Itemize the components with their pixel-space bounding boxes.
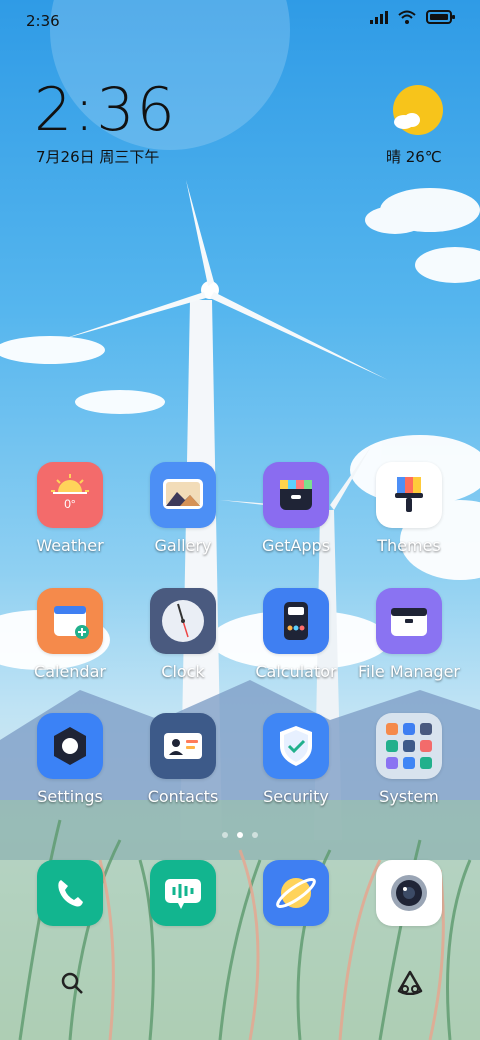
camera-icon[interactable] bbox=[376, 860, 442, 926]
app-security[interactable]: Security bbox=[240, 713, 352, 806]
app-label: Weather bbox=[36, 536, 104, 555]
app-file-manager[interactable]: File Manager bbox=[353, 588, 465, 681]
app-label: Calendar bbox=[34, 662, 106, 681]
battery-icon bbox=[426, 10, 455, 24]
wifi-icon bbox=[398, 10, 416, 24]
dock-camera[interactable] bbox=[353, 860, 465, 926]
weather-tile-temp: 0° bbox=[64, 497, 76, 511]
widget-weather-text: 晴 26℃ bbox=[386, 148, 442, 166]
widget-date: 7月26日 周三下午 bbox=[36, 148, 160, 166]
dock-browser[interactable] bbox=[240, 860, 352, 926]
widget-clock-time[interactable]: 2:36 bbox=[34, 78, 177, 142]
status-bar-time: 2:36 bbox=[26, 12, 60, 30]
app-label: Clock bbox=[161, 662, 205, 681]
app-folder-system[interactable]: System bbox=[353, 713, 465, 806]
sunny-weather-icon[interactable] bbox=[392, 84, 444, 136]
app-contacts[interactable]: Contacts bbox=[127, 713, 239, 806]
calculator-icon[interactable] bbox=[263, 588, 329, 654]
app-label: System bbox=[379, 787, 439, 806]
clock-icon[interactable] bbox=[150, 588, 216, 654]
phone-icon[interactable] bbox=[37, 860, 103, 926]
page-dot[interactable] bbox=[252, 832, 258, 838]
assistant-icon[interactable] bbox=[396, 969, 424, 995]
system-folder-icon[interactable] bbox=[376, 713, 442, 779]
app-label: Settings bbox=[37, 787, 103, 806]
app-settings[interactable]: Settings bbox=[14, 713, 126, 806]
app-label: File Manager bbox=[358, 662, 460, 681]
contacts-icon[interactable] bbox=[150, 713, 216, 779]
app-calculator[interactable]: Calculator bbox=[240, 588, 352, 681]
themes-icon[interactable] bbox=[376, 462, 442, 528]
gallery-icon[interactable] bbox=[150, 462, 216, 528]
bottom-bar bbox=[0, 955, 480, 1015]
search-icon[interactable] bbox=[60, 971, 84, 995]
status-icons bbox=[370, 10, 456, 24]
settings-icon[interactable] bbox=[37, 713, 103, 779]
folder-icon[interactable] bbox=[376, 588, 442, 654]
page-dot[interactable] bbox=[222, 832, 228, 838]
dock-phone[interactable] bbox=[14, 860, 126, 926]
page-indicator[interactable] bbox=[0, 832, 480, 838]
app-label: Calculator bbox=[255, 662, 337, 681]
app-label: GetApps bbox=[261, 536, 331, 555]
app-getapps[interactable]: GetApps bbox=[240, 462, 352, 555]
weather-icon[interactable]: 0° bbox=[37, 462, 103, 528]
calendar-icon[interactable] bbox=[37, 588, 103, 654]
messages-icon[interactable] bbox=[150, 860, 216, 926]
dock-messages[interactable] bbox=[127, 860, 239, 926]
app-label: Gallery bbox=[154, 536, 212, 555]
app-clock[interactable]: Clock bbox=[127, 588, 239, 681]
home-screen: 2:36 2:36 7月26日 周三下午 晴 26℃ 0° Weather Ga… bbox=[0, 0, 480, 1040]
page-dot-active[interactable] bbox=[237, 832, 243, 838]
app-label: Security bbox=[263, 787, 329, 806]
app-themes[interactable]: Themes bbox=[353, 462, 465, 555]
app-calendar[interactable]: Calendar bbox=[14, 588, 126, 681]
app-label: Contacts bbox=[147, 787, 219, 806]
app-weather[interactable]: 0° Weather bbox=[14, 462, 126, 555]
getapps-icon[interactable] bbox=[263, 462, 329, 528]
security-icon[interactable] bbox=[263, 713, 329, 779]
signal-icon bbox=[370, 10, 388, 24]
browser-icon[interactable] bbox=[263, 860, 329, 926]
app-label: Themes bbox=[377, 536, 441, 555]
app-gallery[interactable]: Gallery bbox=[127, 462, 239, 555]
